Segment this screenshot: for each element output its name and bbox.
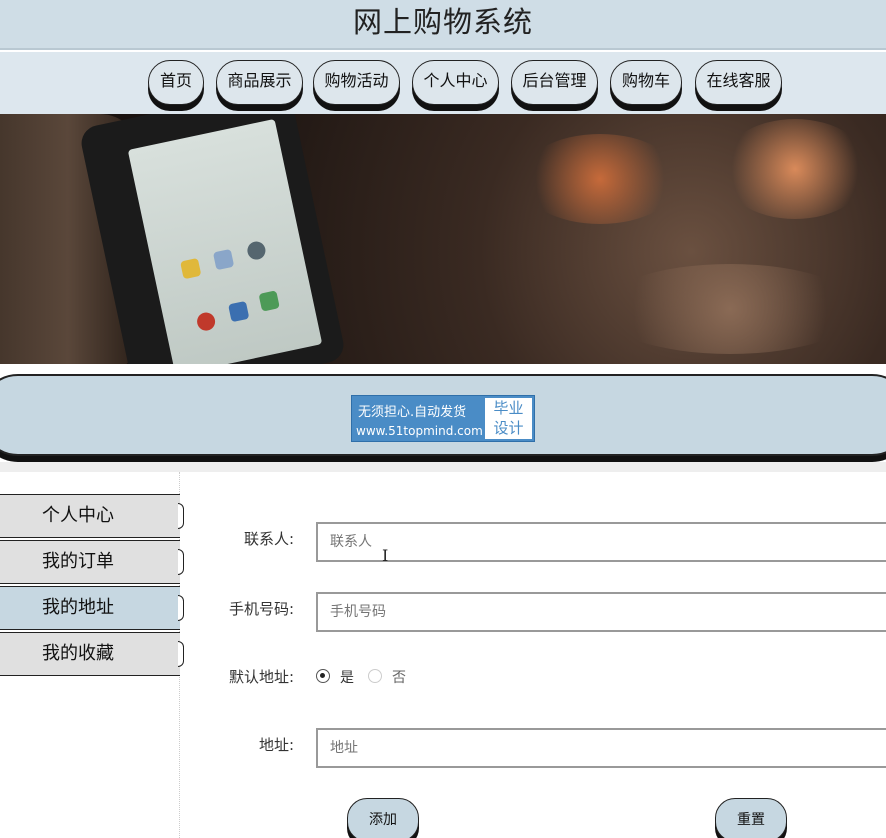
banner-bokeh	[520, 134, 680, 224]
nav-cart[interactable]: 购物车	[610, 60, 682, 105]
watermark-line2: www.51topmind.com	[356, 424, 483, 438]
app-icon	[212, 248, 235, 271]
nav-home[interactable]: 首页	[148, 60, 204, 105]
banner-bokeh	[720, 119, 870, 219]
sidebar-item-label: 我的订单	[42, 551, 114, 572]
nav-products[interactable]: 商品展示	[216, 60, 303, 105]
watermark-right-line1: 毕业	[493, 399, 524, 417]
sidebar-item-label: 我的地址	[42, 597, 114, 618]
phone-label: 手机号码:	[228, 600, 294, 618]
address-input[interactable]	[316, 728, 886, 768]
sidebar: 个人中心 我的订单 我的地址 我的收藏	[0, 472, 184, 838]
watermark-right: 毕业 设计	[485, 398, 532, 439]
site-header: 网上购物系统	[0, 0, 886, 50]
app-icon	[245, 239, 268, 262]
sidebar-item-cap	[178, 549, 184, 575]
default-address-label: 默认地址:	[228, 668, 294, 686]
nav-admin[interactable]: 后台管理	[511, 60, 598, 105]
app-icon	[258, 290, 280, 312]
sidebar-item-orders[interactable]: 我的订单	[0, 540, 184, 584]
default-no-radio[interactable]	[368, 669, 382, 683]
nav-activities[interactable]: 购物活动	[313, 60, 400, 105]
nav-service[interactable]: 在线客服	[695, 60, 782, 105]
watermark-badge: 无须担心.自动发货 www.51topmind.com 毕业 设计	[351, 395, 535, 442]
watermark-line1: 无须担心.自动发货	[358, 405, 467, 420]
reset-button[interactable]: 重置	[715, 798, 787, 838]
sidebar-item-cap	[178, 503, 184, 529]
app-icon	[228, 300, 250, 323]
hero-banner	[0, 114, 886, 364]
site-title: 网上购物系统	[352, 5, 533, 39]
section-divider	[0, 462, 886, 472]
sidebar-item-address[interactable]: 我的地址	[0, 586, 184, 630]
app-icon	[195, 310, 217, 333]
address-label: 地址:	[258, 736, 294, 754]
add-button[interactable]: 添加	[347, 798, 419, 838]
phone-input[interactable]	[316, 592, 886, 632]
watermark-right-line2: 设计	[493, 419, 524, 437]
banner-bokeh	[600, 264, 860, 354]
nav-personal-center[interactable]: 个人中心	[412, 60, 499, 105]
sidebar-item-label: 我的收藏	[42, 643, 114, 664]
sidebar-item-cap	[178, 641, 184, 667]
contact-label: 联系人:	[243, 530, 294, 548]
sidebar-item-personal-center[interactable]: 个人中心	[0, 494, 184, 538]
default-yes-label: 是	[340, 670, 354, 686]
sidebar-item-favorites[interactable]: 我的收藏	[0, 632, 184, 676]
default-no-label: 否	[392, 670, 406, 686]
app-icon	[180, 257, 202, 280]
text-cursor-icon: I	[382, 546, 389, 565]
default-yes-radio[interactable]	[316, 669, 330, 683]
contact-input[interactable]	[316, 522, 886, 562]
sidebar-item-label: 个人中心	[42, 505, 114, 526]
main-nav: 首页 商品展示 购物活动 个人中心 后台管理 购物车 在线客服	[0, 52, 886, 114]
